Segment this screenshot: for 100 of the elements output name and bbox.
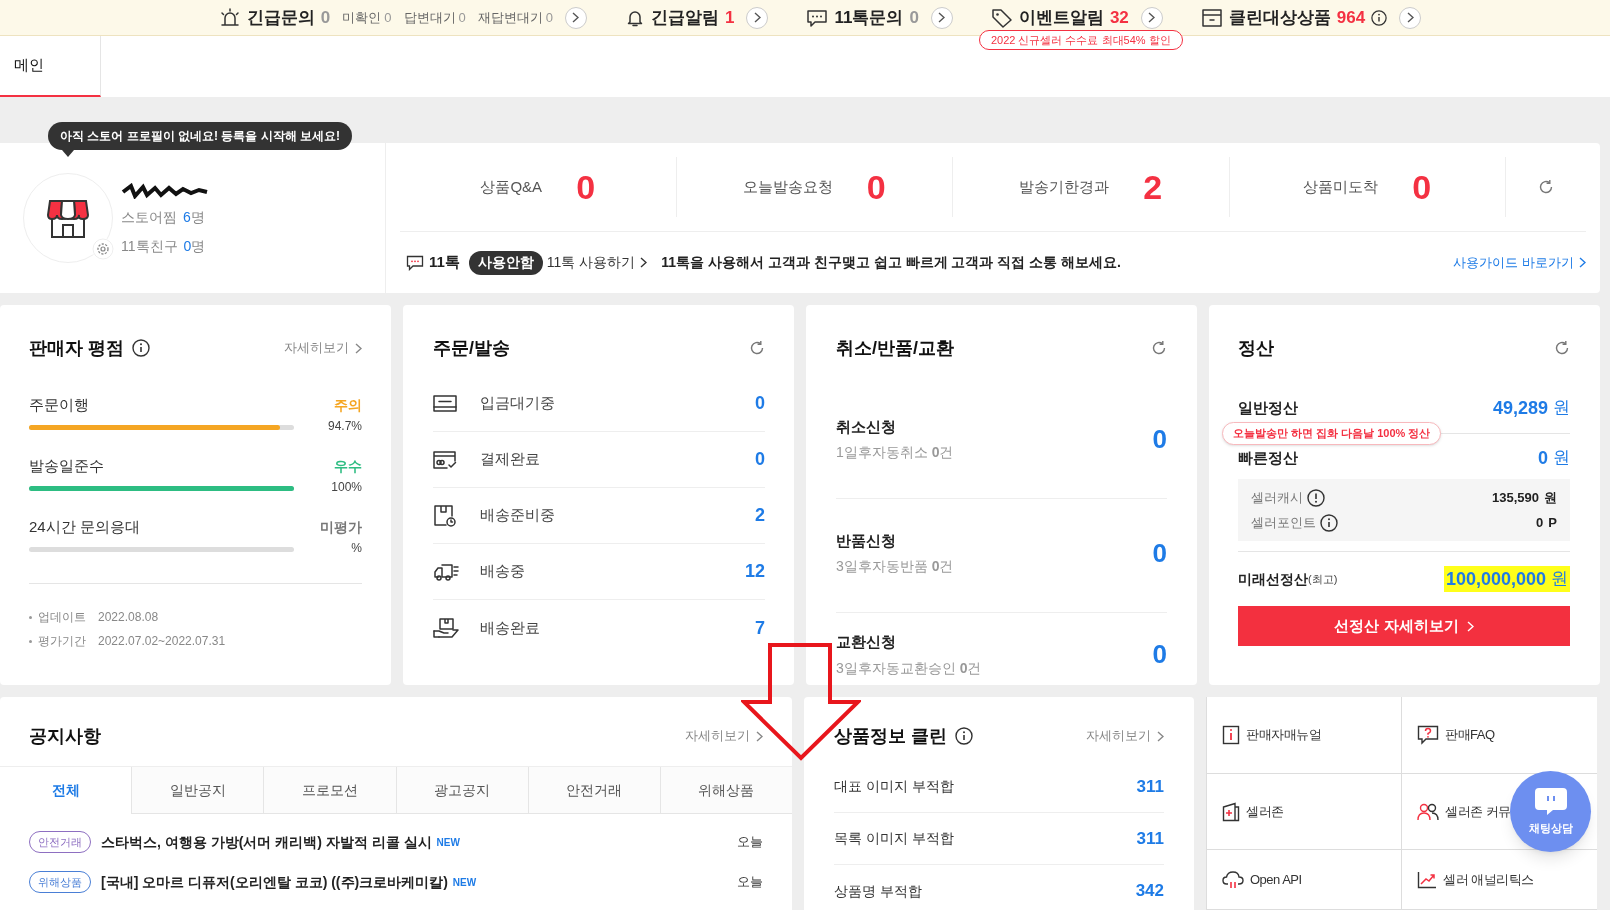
note-label: (최고) (1308, 571, 1338, 585)
grade-label: 우수 (334, 457, 362, 476)
clean-issue-count[interactable]: 311 (1136, 773, 1164, 800)
summary-label: 발송기한경과 (1019, 176, 1110, 197)
talk-message: 11톡을 사용해서 고객과 친구맺고 쉽고 빠르게 고객과 직접 소통 해보세요. (661, 253, 1121, 272)
settlement-amount[interactable]: 0 (1538, 444, 1548, 472)
chevron-icon (1579, 257, 1586, 268)
refresh-icon[interactable] (1538, 179, 1554, 195)
stat-label: 스토어찜 (121, 208, 177, 227)
chevron-icon (572, 12, 580, 23)
box-icon (1200, 7, 1223, 28)
grade-label: 주의 (334, 396, 362, 415)
more-link[interactable]: 자세히보기 (1086, 726, 1164, 746)
claim-subtext: 3일후자동반품 0건 (836, 557, 954, 577)
info-icon (955, 727, 973, 745)
currency-unit: 원 (1553, 447, 1570, 470)
order-status-label: 결제완료 (480, 449, 540, 470)
talk-link[interactable]: 11톡 사용하기 (546, 252, 648, 273)
chevron-icon (753, 12, 761, 23)
chevron-icon (756, 730, 763, 742)
alert-label: 이벤트알림 (1018, 6, 1104, 29)
next-button[interactable] (1140, 6, 1163, 29)
footer-value: 2022.07.02~2022.07.31 (98, 633, 226, 650)
quick-link[interactable]: Open API (1207, 850, 1402, 910)
clean-issue-count[interactable]: 342 (1135, 878, 1164, 904)
refresh-icon[interactable] (1151, 340, 1167, 356)
stat-label: 11톡친구 (121, 237, 178, 256)
people-icon (1417, 802, 1439, 821)
main-tab[interactable]: 메인 (0, 36, 101, 97)
refresh-icon[interactable] (1554, 340, 1570, 356)
next-button[interactable] (564, 6, 587, 29)
chart-icon (1417, 870, 1437, 889)
order-count[interactable]: 0 (755, 390, 765, 417)
quick-link[interactable]: 셀러존 (1207, 774, 1402, 850)
notice-title[interactable]: [국내] 오마르 디퓨저(오리엔탈 코코) ((주)크로바케미칼) (101, 871, 448, 893)
stat-value: 0 (183, 237, 192, 256)
detail-label: 셀러캐시 (1251, 488, 1303, 507)
claim-count[interactable]: 0 (1152, 635, 1167, 675)
order-count[interactable]: 7 (755, 614, 765, 642)
tooltip-pointer (62, 150, 74, 157)
notice-title[interactable]: 스타벅스, 여행용 가방(서머 캐리백) 자발적 리콜 실시 (101, 831, 432, 853)
prepay-button[interactable]: 선정산 자세히보기 (1238, 606, 1570, 646)
chevron-icon (938, 12, 946, 23)
clean-issue-label: 상품명 부적합 (834, 881, 922, 901)
notice-tab[interactable]: 프로모션 (263, 767, 396, 814)
summary-label: 상품Q&A (480, 176, 543, 197)
quick-link[interactable]: 판매자매뉴얼 (1207, 697, 1402, 774)
order-status-label: 배송준비중 (480, 505, 555, 526)
notice-tab[interactable]: 안전거래 (527, 767, 660, 814)
siren-icon (218, 7, 241, 28)
clean-issue-count[interactable]: 311 (1136, 825, 1164, 852)
claim-subtext: 3일후자동교환승인 0건 (836, 658, 982, 678)
alert-count: 32 (1109, 6, 1129, 29)
notice-tab[interactable]: 일반공지 (131, 767, 264, 814)
alert-count: 0 (909, 6, 919, 29)
status-label: 재답변대기 (477, 8, 543, 27)
more-link[interactable]: 자세히보기 (284, 338, 362, 358)
detail-label: 셀러포인트 (1251, 513, 1316, 532)
chevron-icon (1148, 12, 1156, 23)
notice-tab[interactable]: 광고공지 (395, 767, 528, 814)
bullet-icon (29, 615, 32, 619)
status-count: 0 (545, 8, 553, 27)
next-button[interactable] (1399, 6, 1422, 29)
alert-label: 11톡문의 (834, 6, 904, 29)
status-label: 답변대기 (403, 8, 456, 27)
settings-icon[interactable] (92, 238, 114, 260)
more-link[interactable]: 자세히보기 (685, 726, 763, 746)
alert-count: 964 (1336, 6, 1366, 29)
order-count[interactable]: 2 (755, 502, 765, 529)
alert-count: 1 (724, 6, 735, 29)
claim-count[interactable]: 0 (1152, 534, 1167, 573)
new-label: NEW (436, 835, 460, 850)
notice-date: 오늘 (737, 833, 763, 852)
tag-icon (990, 7, 1013, 28)
claim-label: 취소신청 (836, 416, 897, 437)
order-count[interactable]: 12 (744, 558, 765, 585)
order-status-label: 배송중 (480, 561, 525, 582)
future-amount[interactable]: 100,000,000 원 (1443, 566, 1570, 592)
chevron-icon (355, 342, 362, 354)
settlement-amount[interactable]: 49,289 (1492, 394, 1548, 422)
summary-count: 2 (1143, 170, 1163, 204)
talk-label: 11톡 (429, 252, 460, 273)
footer-label: 평가기간 (38, 633, 86, 650)
refresh-icon[interactable] (749, 340, 765, 356)
percent-value: 100% (331, 479, 362, 496)
settlement-label: 일반정산 (1238, 397, 1298, 418)
bullet-icon (29, 639, 32, 643)
next-button[interactable] (930, 6, 953, 29)
card-title: 주문/발송 (433, 336, 510, 360)
percent-value: 94.7% (327, 418, 362, 435)
claim-subtext: 1일후자동취소 0건 (836, 443, 954, 463)
clean-issue-label: 대표 이미지 부적합 (834, 777, 954, 796)
status-count: 0 (458, 8, 466, 27)
next-button[interactable] (746, 6, 769, 29)
detail-unit: P (1548, 513, 1557, 532)
order-count[interactable]: 0 (755, 446, 765, 473)
card-title: 판매자 평점 (29, 336, 124, 360)
notice-tab[interactable]: 위해상품 (659, 767, 792, 814)
guide-link[interactable]: 사용가이드 바로가기 (1453, 252, 1586, 273)
claim-count[interactable]: 0 (1152, 420, 1167, 459)
